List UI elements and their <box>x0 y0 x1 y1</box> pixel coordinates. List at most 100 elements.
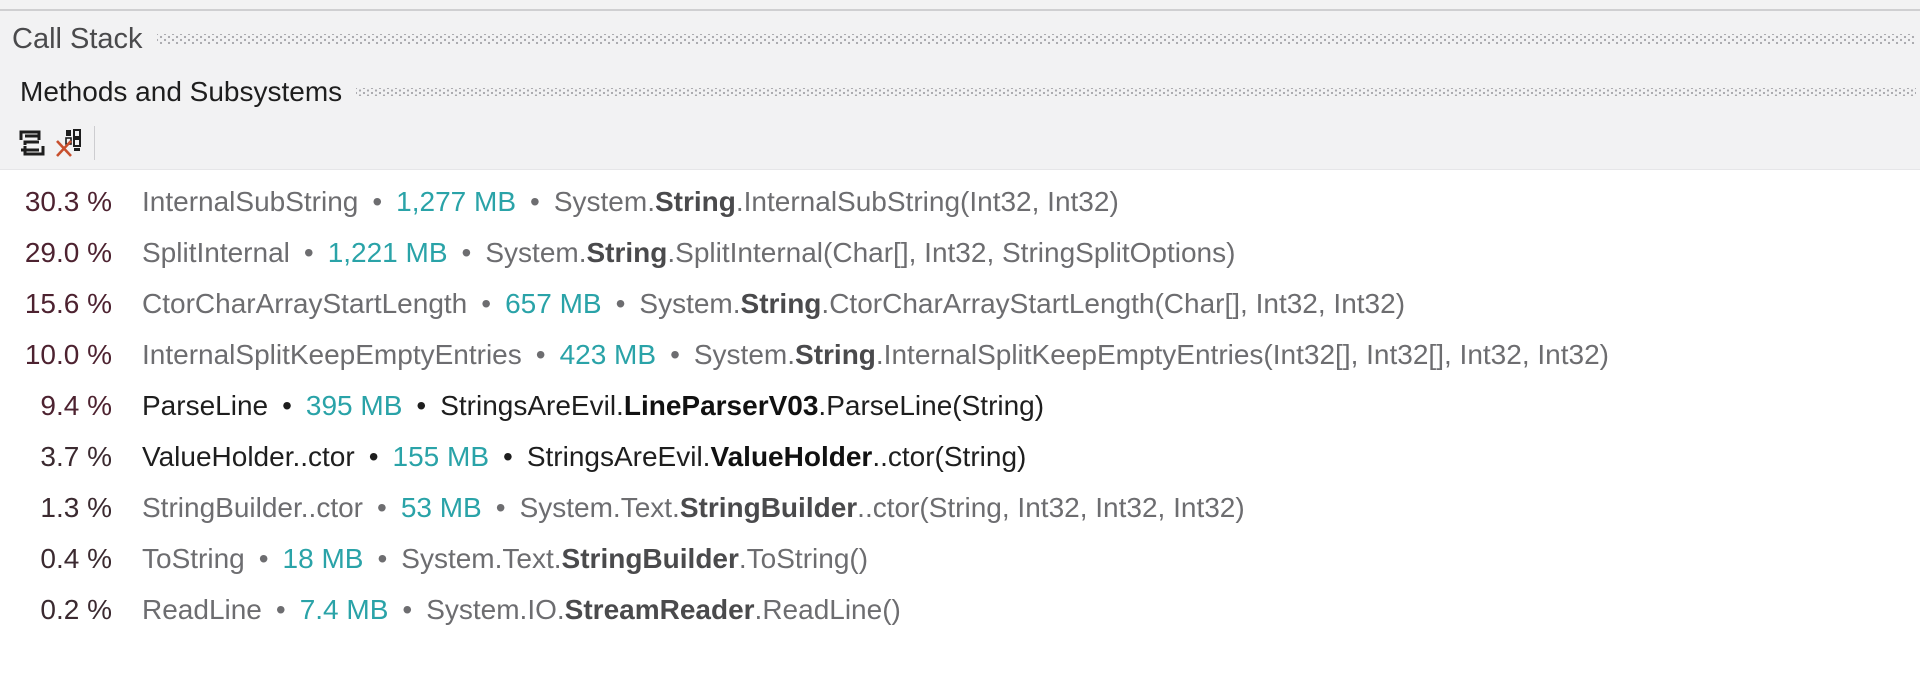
call-stack-drag-grip[interactable] <box>156 34 1916 44</box>
method-name: InternalSplitKeepEmptyEntries <box>142 339 522 370</box>
class-name: String <box>586 237 668 268</box>
percent: 10.0 % <box>24 339 112 370</box>
separator-dot: • <box>503 441 513 472</box>
method-row[interactable]: 3.7 % ValueHolder..ctor • 155 MB • Strin… <box>0 431 1920 482</box>
method-signature: System.String.InternalSubString(Int32, I… <box>554 176 1119 227</box>
method-name: CtorCharArrayStartLength <box>142 288 468 319</box>
method-row[interactable]: 29.0 % SplitInternal • 1,221 MB • System… <box>0 227 1920 278</box>
percent: 3.7 % <box>40 441 112 472</box>
namespace: System. <box>553 186 655 217</box>
method-row[interactable]: 0.4 % ToString • 18 MB • System.Text.Str… <box>0 533 1920 584</box>
separator-dot: • <box>372 186 383 217</box>
member: .InternalSubString(Int32, Int32) <box>735 186 1119 217</box>
percent: 9.4 % <box>40 390 112 421</box>
allocation-size: 1,277 MB <box>396 186 517 217</box>
separator-dot: • <box>368 441 379 472</box>
allocation-size: 395 MB <box>305 390 403 421</box>
toolbar-separator <box>94 126 95 160</box>
separator-dot: • <box>495 492 506 523</box>
clear-filter-icon <box>56 129 81 157</box>
method-signature: System.String.InternalSplitKeepEmptyEntr… <box>694 329 1609 380</box>
separator-dot: • <box>282 390 292 421</box>
toggle-view-icon <box>19 130 45 156</box>
class-name: StreamReader <box>564 594 755 625</box>
methods-toolbar <box>0 117 1920 170</box>
allocation-size: 18 MB <box>282 543 364 574</box>
method-signature: System.IO.StreamReader.ReadLine() <box>426 584 901 635</box>
method-signature: System.String.CtorCharArrayStartLength(C… <box>639 278 1405 329</box>
namespace: System.Text. <box>519 492 680 523</box>
separator-dot: • <box>461 237 472 268</box>
member: .InternalSplitKeepEmptyEntries(Int32[], … <box>875 339 1609 370</box>
allocation-size: 53 MB <box>400 492 482 523</box>
allocation-size: 7.4 MB <box>299 594 389 625</box>
percent: 0.2 % <box>40 594 112 625</box>
percent: 30.3 % <box>24 186 112 217</box>
member: ..ctor(String) <box>872 441 1027 472</box>
separator-dot: • <box>275 594 286 625</box>
allocation-size: 657 MB <box>505 288 602 319</box>
separator-dot: • <box>530 186 540 217</box>
method-name: ReadLine <box>142 594 262 625</box>
method-name: SplitInternal <box>142 237 290 268</box>
allocation-size: 1,221 MB <box>327 237 448 268</box>
separator-dot: • <box>377 492 387 523</box>
separator-dot: • <box>481 288 492 319</box>
namespace: System.Text. <box>401 543 562 574</box>
method-signature: StringsAreEvil.LineParserV03.ParseLine(S… <box>440 380 1044 431</box>
method-signature: System.String.SplitInternal(Char[], Int3… <box>485 227 1235 278</box>
percent: 15.6 % <box>24 288 112 319</box>
separator-dot: • <box>615 288 626 319</box>
namespace: System. <box>485 237 587 268</box>
percent: 0.4 % <box>40 543 112 574</box>
member: .ParseLine(String) <box>818 390 1045 421</box>
separator-dot: • <box>303 237 314 268</box>
class-name: String <box>795 339 876 370</box>
call-stack-title: Call Stack <box>12 22 143 55</box>
method-row[interactable]: 10.0 % InternalSplitKeepEmptyEntries • 4… <box>0 329 1920 380</box>
method-signature: System.Text.StringBuilder.ToString() <box>401 533 868 584</box>
member: .SplitInternal(Char[], Int32, StringSpli… <box>667 237 1236 268</box>
separator-dot: • <box>416 390 427 421</box>
allocation-size: 155 MB <box>392 441 490 472</box>
method-row[interactable]: 0.2 % ReadLine • 7.4 MB • System.IO.Stre… <box>0 584 1920 635</box>
method-signature: StringsAreEvil.ValueHolder..ctor(String) <box>527 431 1027 482</box>
toggle-view-button[interactable] <box>14 125 50 161</box>
member: .ReadLine() <box>754 594 901 625</box>
namespace: StringsAreEvil. <box>440 390 624 421</box>
percent: 1.3 % <box>40 492 112 523</box>
member: .CtorCharArrayStartLength(Char[], Int32,… <box>821 288 1406 319</box>
method-name: ValueHolder..ctor <box>142 441 355 472</box>
member: ..ctor(String, Int32, Int32, Int32) <box>857 492 1245 523</box>
class-name: LineParserV03 <box>623 390 819 421</box>
window-top-border <box>0 0 1920 11</box>
class-name: StringBuilder <box>561 543 739 574</box>
method-row[interactable]: 15.6 % CtorCharArrayStartLength • 657 MB… <box>0 278 1920 329</box>
namespace: System. <box>693 339 796 370</box>
methods-panel-header[interactable]: Methods and Subsystems <box>0 67 1920 117</box>
method-name: ParseLine <box>142 390 269 421</box>
clear-filter-button[interactable] <box>50 125 86 161</box>
method-row[interactable]: 1.3 % StringBuilder..ctor • 53 MB • Syst… <box>0 482 1920 533</box>
method-row[interactable]: 9.4 % ParseLine • 395 MB • StringsAreEvi… <box>0 380 1920 431</box>
call-stack-panel-header[interactable]: Call Stack <box>0 11 1920 67</box>
allocation-size: 423 MB <box>559 339 657 370</box>
namespace: System. <box>639 288 741 319</box>
namespace: StringsAreEvil. <box>526 441 711 472</box>
separator-dot: • <box>670 339 680 370</box>
class-name: ValueHolder <box>710 441 873 472</box>
method-row[interactable]: 30.3 % InternalSubString • 1,277 MB • Sy… <box>0 176 1920 227</box>
method-name: InternalSubString <box>142 186 359 217</box>
member: .ToString() <box>738 543 869 574</box>
method-name: StringBuilder..ctor <box>142 492 363 523</box>
class-name: StringBuilder <box>679 492 858 523</box>
method-signature: System.Text.StringBuilder..ctor(String, … <box>520 482 1245 533</box>
class-name: String <box>654 186 736 217</box>
methods-list: 30.3 % InternalSubString • 1,277 MB • Sy… <box>0 170 1920 635</box>
methods-drag-grip[interactable] <box>356 88 1916 96</box>
namespace: System.IO. <box>426 594 565 625</box>
separator-dot: • <box>377 543 388 574</box>
separator-dot: • <box>535 339 546 370</box>
separator-dot: • <box>402 594 413 625</box>
separator-dot: • <box>258 543 269 574</box>
